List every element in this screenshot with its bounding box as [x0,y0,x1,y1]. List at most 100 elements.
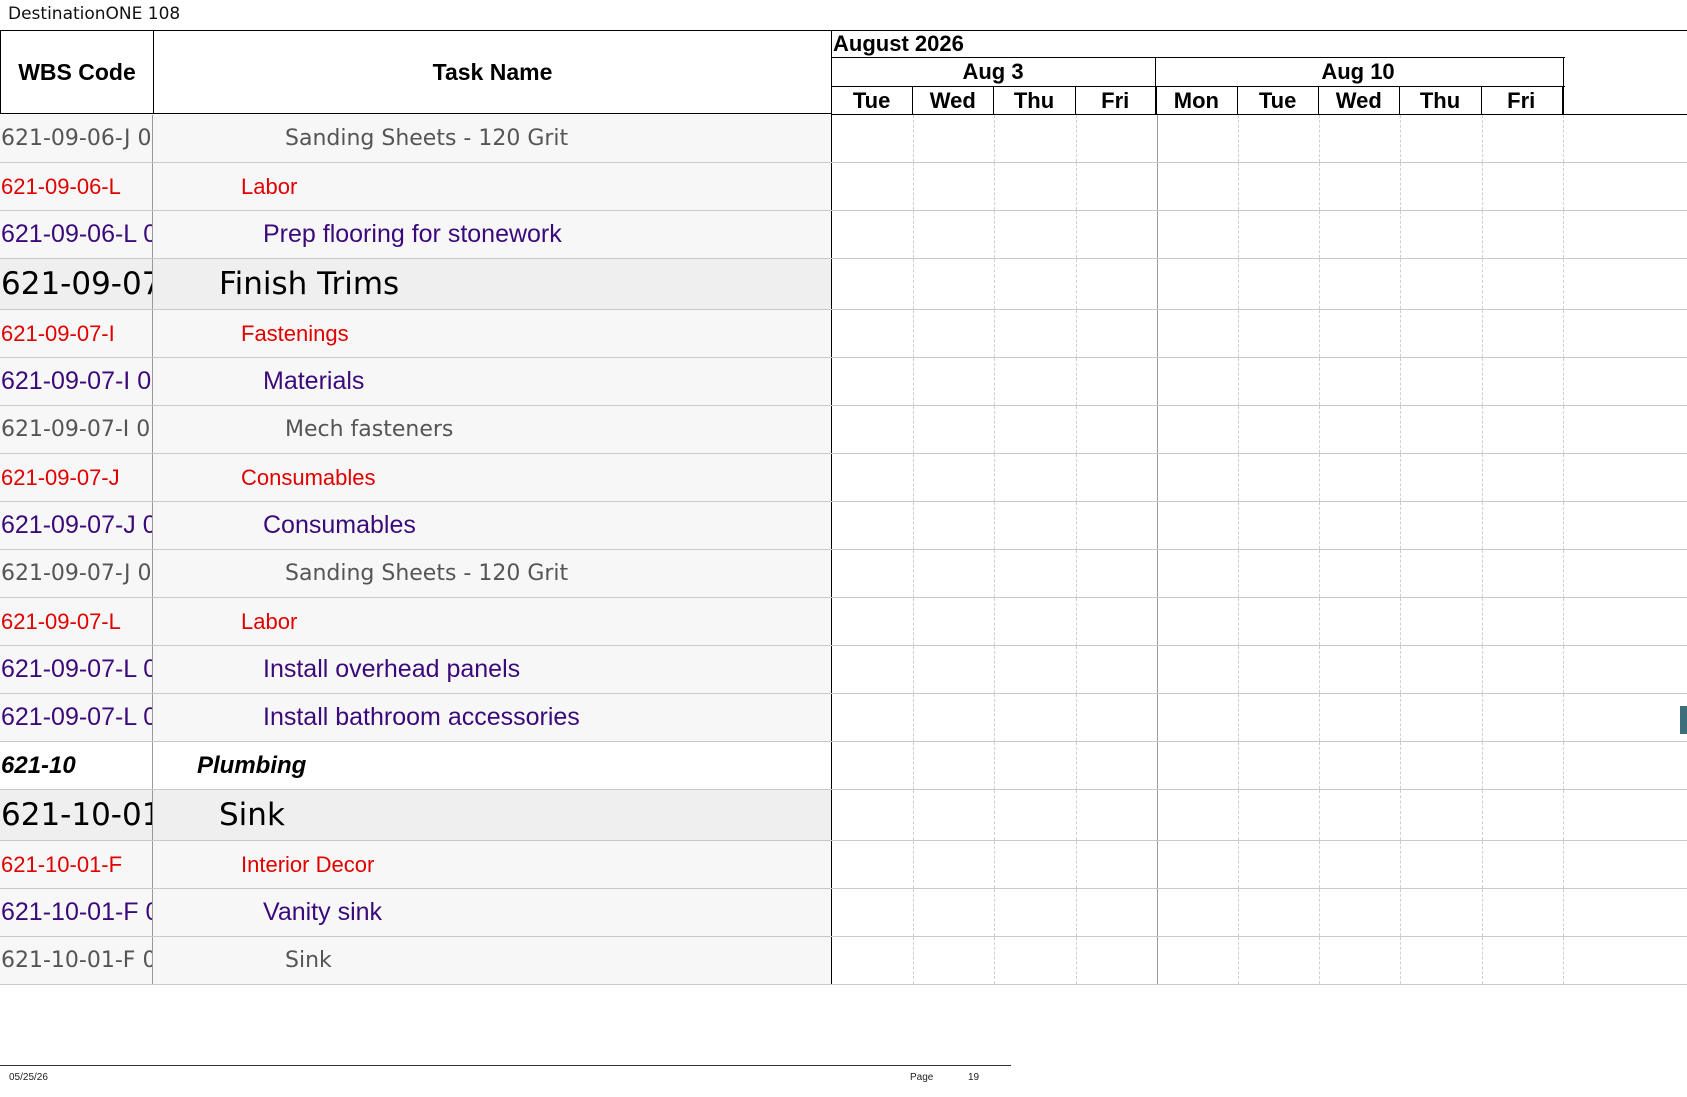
task-name-cell[interactable]: Consumables [153,454,831,501]
table-row[interactable]: 621-09-07-I 0 Materials [0,358,1687,406]
day-gridline [1156,889,1158,936]
gantt-bar-marker[interactable] [1680,706,1687,734]
task-name-cell[interactable]: Prep flooring for stonework [153,211,831,258]
task-name-cell[interactable]: Labor [153,598,831,645]
wbs-code-cell[interactable]: 621-09-07-I 01 [0,406,153,453]
wbs-code-cell[interactable]: 621-09-07-L 0 [0,694,153,741]
day-gridline [1156,259,1158,309]
wbs-code-cell[interactable]: 621-10-01-F 01 [0,937,153,984]
task-name-cell[interactable]: Sink [153,937,831,984]
wbs-code-cell[interactable]: 621-09-06-L [0,163,153,210]
timeline-cell[interactable] [831,211,1687,258]
timeline-cell[interactable] [831,937,1687,984]
wbs-code-cell[interactable]: 621-09-07 [0,259,153,309]
task-name-header[interactable]: Task Name [153,30,832,114]
task-name-cell[interactable]: Fastenings [153,310,831,357]
task-name-cell[interactable]: Mech fasteners [153,406,831,453]
table-row[interactable]: 621-09-07-J 01 Sanding Sheets - 120 Grit [0,550,1687,598]
task-name-cell[interactable]: Materials [153,358,831,405]
timeline-cell[interactable] [831,598,1687,645]
task-name-cell[interactable]: Sink [153,790,831,840]
day-gridline [913,550,915,597]
day-gridline [1400,211,1402,258]
table-row[interactable]: 621-10-01-F 01Sink [0,937,1687,985]
wbs-code-cell[interactable]: 621-09-07-L [0,598,153,645]
timeline-cell[interactable] [831,406,1687,453]
table-row[interactable]: 621-10-01-F 0 Vanity sink [0,889,1687,937]
day-label-thu: Thu [1013,87,1055,113]
table-row[interactable]: 621-09-07-J 0 Consumables [0,502,1687,550]
day-gridline [1319,550,1321,597]
task-name-cell[interactable]: Finish Trims [153,259,831,309]
task-name-cell[interactable]: Vanity sink [153,889,831,936]
timeline-cell[interactable] [831,502,1687,549]
task-name-cell[interactable]: Consumables [153,502,831,549]
timeline-cell[interactable] [831,646,1687,693]
wbs-code-cell[interactable]: 621-09-06-J 01 [0,115,153,162]
table-row[interactable]: 621-09-06-L 0 Prep flooring for stonework [0,211,1687,259]
day-gridline [1562,358,1564,405]
table-row[interactable]: 621-09-07 Finish Trims [0,259,1687,310]
table-row[interactable]: 621-09-07-J Consumables [0,454,1687,502]
day-gridline [913,889,915,936]
wbs-code-cell[interactable]: 621-09-07-J [0,454,153,501]
timeline-cell[interactable] [831,310,1687,357]
day-gridline [1156,742,1158,789]
task-name-cell[interactable]: Install overhead panels [153,646,831,693]
day-gridline [1238,742,1239,789]
table-row[interactable]: 621-09-07-I 01 Mech fasteners [0,406,1687,454]
wbs-code-cell[interactable]: 621-09-07-I 0 [0,358,153,405]
wbs-code-cell[interactable]: 621-09-07-I [0,310,153,357]
day-gridline [994,406,996,453]
day-gridline [1075,550,1077,597]
task-name-cell[interactable]: Interior Decor [153,841,831,888]
wbs-code-cell[interactable]: 621-10-01-F 0 [0,889,153,936]
timeline-cell[interactable] [831,163,1687,210]
task-name-cell[interactable]: Plumbing [153,742,831,789]
wbs-code-cell[interactable]: 621-09-07-J 0 [0,502,153,549]
table-row[interactable]: 621-09-06-J 01 Sanding Sheets - 120 Grit [0,115,1687,163]
day-gridline [1075,310,1077,357]
wbs-code-cell[interactable]: 621-09-07-J 01 [0,550,153,597]
timeline-cell[interactable] [831,841,1687,888]
day-gridline [1075,742,1077,789]
day-gridline [913,406,915,453]
day-gridline [1238,502,1239,549]
day-gridline [1238,790,1239,840]
table-row[interactable]: 621-09-06-L Labor [0,163,1687,211]
task-name-cell[interactable]: Labor [153,163,831,210]
day-gridline [994,211,996,258]
timeline-cell[interactable] [831,790,1687,840]
table-row[interactable]: 621-10 Plumbing [0,742,1687,790]
timeline-cell[interactable] [831,694,1687,741]
week-end-separator [1563,58,1564,115]
day-gridline [1400,454,1402,501]
timeline-cell[interactable] [831,115,1687,162]
task-name-cell[interactable]: Sanding Sheets - 120 Grit [153,115,831,162]
task-name-cell[interactable]: Install bathroom accessories [153,694,831,741]
table-row[interactable]: 621-09-07-L 0 Install bathroom accessorie… [0,694,1687,742]
timeline-cell[interactable] [831,259,1687,309]
table-row[interactable]: 621-09-07-L 0 Install overhead panels [0,646,1687,694]
table-row[interactable]: 621-09-07-L Labor [0,598,1687,646]
timeline-cell[interactable] [831,358,1687,405]
table-row[interactable]: 621-10-01-F Interior Decor [0,841,1687,889]
wbs-code-cell[interactable]: 621-09-07-L 0 [0,646,153,693]
wbs-code-cell[interactable]: 621-09-06-L 0 [0,211,153,258]
table-row[interactable]: 621-09-07-I Fastenings [0,310,1687,358]
timeline-cell[interactable] [831,742,1687,789]
day-gridline [913,646,915,693]
day-gridline [1319,454,1321,501]
day-gridline [1156,646,1158,693]
wbs-code-cell[interactable]: 621-10-01-F [0,841,153,888]
day-gridline [1481,742,1483,789]
timeline-cell[interactable] [831,550,1687,597]
wbs-code-cell[interactable]: 621-10-01 [0,790,153,840]
table-row[interactable]: 621-10-01 Sink [0,790,1687,841]
task-name-cell[interactable]: Sanding Sheets - 120 Grit [153,550,831,597]
wbs-code-header[interactable]: WBS Code [0,30,154,114]
day-separator [1074,87,1076,115]
wbs-code-cell[interactable]: 621-10 [0,742,153,789]
timeline-cell[interactable] [831,889,1687,936]
timeline-cell[interactable] [831,454,1687,501]
